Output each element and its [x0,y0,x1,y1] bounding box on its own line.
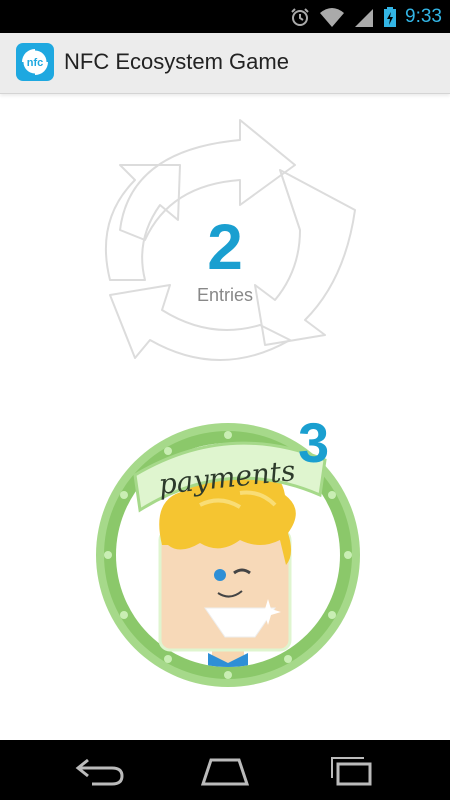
status-time: 9:33 [405,6,442,27]
app-icon-text: nfc [27,57,44,69]
alarm-icon [291,8,309,26]
entries-count: 2 [207,211,243,283]
navigation-bar [0,740,450,800]
wifi-icon [320,8,345,27]
entries-label: Entries [196,285,254,305]
status-bar: 9:33 [0,0,450,33]
nfc-logo-icon[interactable]: nfc [16,43,54,81]
badge-count: 3 [298,411,330,474]
signal-icon [355,9,374,27]
recent-apps-icon[interactable] [320,752,380,788]
entries-counter: 2 Entries [0,110,450,390]
payments-badge[interactable]: payments 3 [90,411,370,695]
app-title: NFC Ecosystem Game [64,49,289,74]
action-bar: nfc NFC Ecosystem Game [0,33,450,94]
back-icon[interactable] [70,752,130,788]
battery-charging-icon [384,7,397,27]
status-icons: 9:33 [289,5,442,29]
home-icon[interactable] [195,752,255,788]
